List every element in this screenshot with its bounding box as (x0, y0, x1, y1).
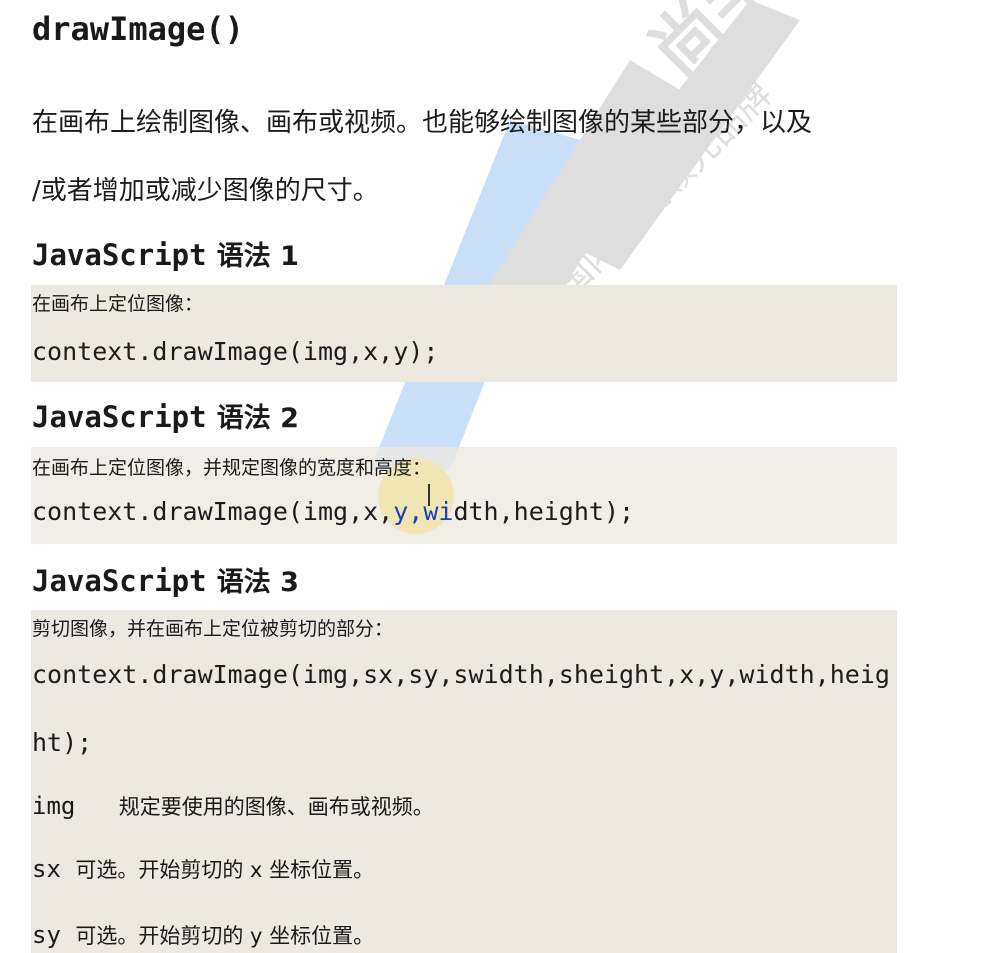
param-name: sy (32, 921, 61, 949)
syntax-3-heading-code: JavaScript (32, 564, 207, 598)
param-row-img: img 规定要使用的图像、画布或视频。 (32, 791, 434, 821)
watermark-logo: 尚学堂 国内高端领先品牌 (370, 0, 841, 470)
syntax-2-code: context.drawImage(img,x,y,width,height); (32, 497, 634, 526)
syntax-1-note: 在画布上定位图像： (32, 293, 204, 315)
intro-line-1: 在画布上绘制图像、画布或视频。也能够绘制图像的某些部分，以及 (32, 108, 813, 138)
param-name: sx (32, 855, 61, 883)
syntax-3-box: 剪切图像，并在画布上定位被剪切的部分： context.drawImage(im… (31, 610, 897, 953)
syntax-2-note: 在画布上定位图像，并规定图像的宽度和高度： (32, 457, 432, 479)
syntax-2-code-pre: context.drawImage(img,x, (32, 497, 394, 526)
syntax-2-code-highlight: y,wi (393, 497, 454, 526)
syntax-1-heading-code: JavaScript (32, 238, 207, 272)
watermark-brand: 尚学堂 (634, 0, 840, 92)
param-desc: 规定要使用的图像、画布或视频。 (118, 795, 434, 819)
syntax-2-heading: JavaScript 语法 2 (32, 396, 299, 435)
text-cursor-icon (428, 484, 430, 506)
syntax-3-code-line-2: ht); (32, 728, 93, 757)
syntax-1-heading: JavaScript 语法 1 (32, 234, 299, 273)
param-row-sx: sx 可选。开始剪切的 x 坐标位置。 (32, 854, 374, 884)
intro-line-2: /或者增加或减少图像的尺寸。 (32, 176, 379, 206)
syntax-3-code-line-1: context.drawImage(img,sx,sy,swidth,sheig… (32, 660, 890, 689)
page-title: drawImage() (32, 10, 244, 48)
param-desc: 可选。开始剪切的 y 坐标位置。 (75, 924, 375, 948)
syntax-3-heading-label: 语法 3 (216, 567, 299, 598)
syntax-2-heading-label: 语法 2 (216, 403, 299, 434)
syntax-2-code-post: dth,height); (453, 497, 635, 526)
param-desc: 可选。开始剪切的 x 坐标位置。 (75, 858, 375, 882)
syntax-2-heading-code: JavaScript (32, 400, 207, 434)
syntax-3-note: 剪切图像，并在画布上定位被剪切的部分： (32, 618, 394, 640)
syntax-1-heading-label: 语法 1 (216, 241, 299, 272)
syntax-3-heading: JavaScript 语法 3 (32, 560, 299, 599)
syntax-1-box: 在画布上定位图像： context.drawImage(img,x,y); (31, 285, 897, 382)
syntax-2-box: 在画布上定位图像，并规定图像的宽度和高度： context.drawImage(… (31, 447, 897, 544)
param-row-sy: sy 可选。开始剪切的 y 坐标位置。 (32, 920, 374, 950)
param-name: img (32, 792, 76, 820)
syntax-1-code: context.drawImage(img,x,y); (32, 337, 439, 366)
